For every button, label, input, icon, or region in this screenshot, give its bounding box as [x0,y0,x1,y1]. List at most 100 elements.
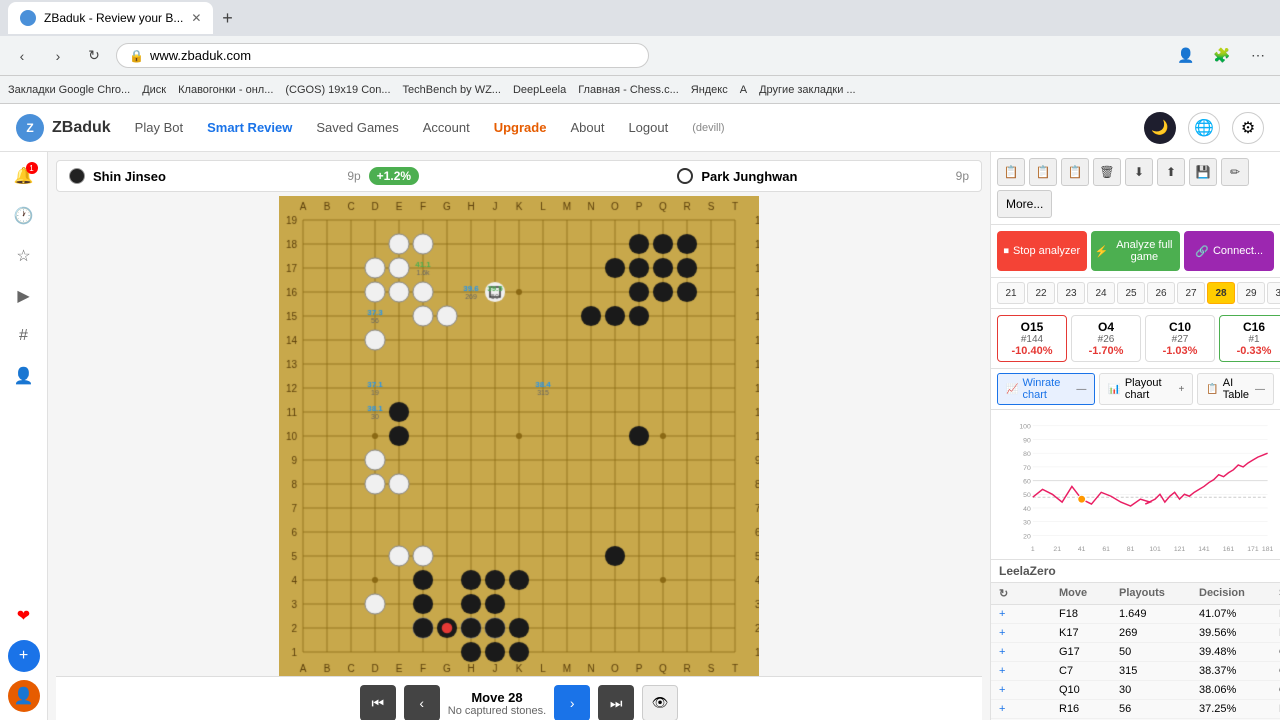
connect-button[interactable]: 🔗 Connect... [1184,231,1274,271]
move-25[interactable]: 25 [1117,282,1145,304]
bookmark-0[interactable]: Закладки Google Chro... [8,84,130,96]
settings-icon[interactable]: ⋯ [1244,42,1272,70]
prev-move-button[interactable]: ‹ [404,685,440,720]
more-button[interactable]: More... [997,190,1052,218]
profile-icon[interactable]: 👤 [1172,42,1200,70]
bookmark-9[interactable]: Другие закладки ... [759,84,856,96]
winrate-chart-tab[interactable]: 📈 Winrate chart — [997,373,1095,405]
svg-text:181: 181 [1262,546,1274,553]
row-expand-4[interactable]: + [999,684,1059,696]
toolbar-save[interactable]: 💾 [1189,158,1217,186]
suggested-move-2[interactable]: C10 #27 -1.03% [1145,315,1215,362]
next-move-button[interactable]: › [554,685,590,720]
nav-logout[interactable]: Logout [628,116,668,139]
last-move-button[interactable]: ⏭ [598,685,634,720]
row-expand-3[interactable]: + [999,665,1059,677]
settings-button[interactable]: ⚙ [1232,112,1264,144]
white-stone [677,168,693,184]
theme-toggle[interactable]: 🌙 [1144,112,1176,144]
sidebar-heart[interactable]: ❤ [8,600,40,632]
toggle-view-button[interactable]: 👁 [642,685,678,720]
bookmark-6[interactable]: Главная - Chess.c... [578,84,679,96]
nav-about[interactable]: About [570,116,604,139]
move-num-0: #144 [1004,334,1060,345]
ai-row-2[interactable]: + G17 50 39.48% G17 H... [991,643,1280,662]
toolbar-download[interactable]: ⬇ [1125,158,1153,186]
move-30[interactable]: 30 [1267,282,1280,304]
move-28-current[interactable]: 28 [1207,282,1235,304]
sidebar-profile[interactable]: 👤 [8,360,40,392]
row-expand-1[interactable]: + [999,627,1059,639]
bookmark-7[interactable]: Яндекс [691,84,728,96]
move-27[interactable]: 27 [1177,282,1205,304]
bookmark-3[interactable]: (CGOS) 19x19 Con... [285,84,390,96]
language-button[interactable]: 🌐 [1188,112,1220,144]
toolbar-edit[interactable]: ✏ [1221,158,1249,186]
stop-analyzer-button[interactable]: ⏹ Stop analyzer [997,231,1087,271]
row-expand-5[interactable]: + [999,703,1059,715]
ai-table-tab[interactable]: 📋 AI Table — [1197,373,1274,405]
nav-upgrade[interactable]: Upgrade [494,116,547,139]
forward-button[interactable]: › [44,42,72,70]
ai-row-3[interactable]: + C7 315 38.37% C7 D1... [991,662,1280,681]
toolbar-paste[interactable]: 📋 [1029,158,1057,186]
go-board-container[interactable] [56,196,982,676]
sidebar-notifications[interactable]: 🔔 1 [8,160,40,192]
move-coord-2: C10 [1152,320,1208,334]
black-player-score: +1.2% [369,167,419,185]
row-expand-2[interactable]: + [999,646,1059,658]
back-button[interactable]: ‹ [8,42,36,70]
suggested-move-1[interactable]: O4 #26 -1.70% [1071,315,1141,362]
nav-account[interactable]: Account [423,116,470,139]
move-24[interactable]: 24 [1087,282,1115,304]
move-26[interactable]: 26 [1147,282,1175,304]
sidebar-bookmarks[interactable]: ☆ [8,240,40,272]
extension-icon[interactable]: 🧩 [1208,42,1236,70]
move-23[interactable]: 23 [1057,282,1085,304]
new-tab-button[interactable]: + [213,4,241,32]
sidebar-history[interactable]: 🕐 [8,200,40,232]
suggested-move-0[interactable]: O15 #144 -10.40% [997,315,1067,362]
suggested-move-3[interactable]: C16 #1 -0.33% [1219,315,1280,362]
tab-close[interactable]: ✕ [191,11,201,25]
row-playouts-2: 50 [1119,646,1199,658]
bookmark-1[interactable]: Диск [142,84,166,96]
stop-label: Stop analyzer [1013,245,1080,257]
nav-play-bot[interactable]: Play Bot [135,116,183,139]
first-move-button[interactable]: ⏮ [360,685,396,720]
url-bar[interactable]: 🔒 www.zbaduk.com [116,43,649,68]
go-board[interactable] [279,196,759,676]
nav-saved-games[interactable]: Saved Games [316,116,398,139]
toolbar-clipboard[interactable]: 📋 [1061,158,1089,186]
toolbar-upload[interactable]: ⬆ [1157,158,1185,186]
move-22[interactable]: 22 [1027,282,1055,304]
move-pct-3: -0.33% [1226,345,1280,357]
bookmark-4[interactable]: TechBench by WZ... [403,84,501,96]
sidebar-numbers[interactable]: # [8,320,40,352]
nav-smart-review[interactable]: Smart Review [207,116,292,139]
ai-row-1[interactable]: + K17 269 39.56% K17 E1... [991,624,1280,643]
sidebar-add[interactable]: + [8,640,40,672]
move-coord-1: O4 [1078,320,1134,334]
ai-row-5[interactable]: + R16 56 37.25% R16 D... [991,700,1280,719]
sidebar-play[interactable]: ▶ [8,280,40,312]
bookmark-8[interactable]: A [740,84,747,96]
ai-row-4[interactable]: + Q10 30 38.06% Q10 D... [991,681,1280,700]
toolbar-copy[interactable]: 📋 [997,158,1025,186]
toolbar-delete[interactable]: 🗑 [1093,158,1121,186]
ai-table-label: AI Table [1223,377,1251,401]
move-21[interactable]: 21 [997,282,1025,304]
bookmark-2[interactable]: Клавогонки - онл... [178,84,273,96]
reload-button[interactable]: ↻ [80,42,108,70]
ai-table-icon: 📋 [1206,384,1218,395]
row-expand-0[interactable]: + [999,608,1059,620]
active-tab[interactable]: ZBaduk - Review your B... ✕ [8,2,213,34]
ai-row-0[interactable]: + F18 1.649 41.07% F18 L... [991,605,1280,624]
playout-chart-tab[interactable]: 📊 Playout chart + [1099,373,1193,405]
move-29[interactable]: 29 [1237,282,1265,304]
col-refresh: ↻ [999,587,1059,600]
bookmark-5[interactable]: DeepLeela [513,84,566,96]
analyze-full-game-button[interactable]: ⚡ Analyze full game [1091,231,1181,271]
sidebar-user[interactable]: 👤 [8,680,40,712]
main-content: 🔔 1 🕐 ☆ ▶ # 👤 ❤ + 👤 Shin Jinseo 9 [0,152,1280,720]
